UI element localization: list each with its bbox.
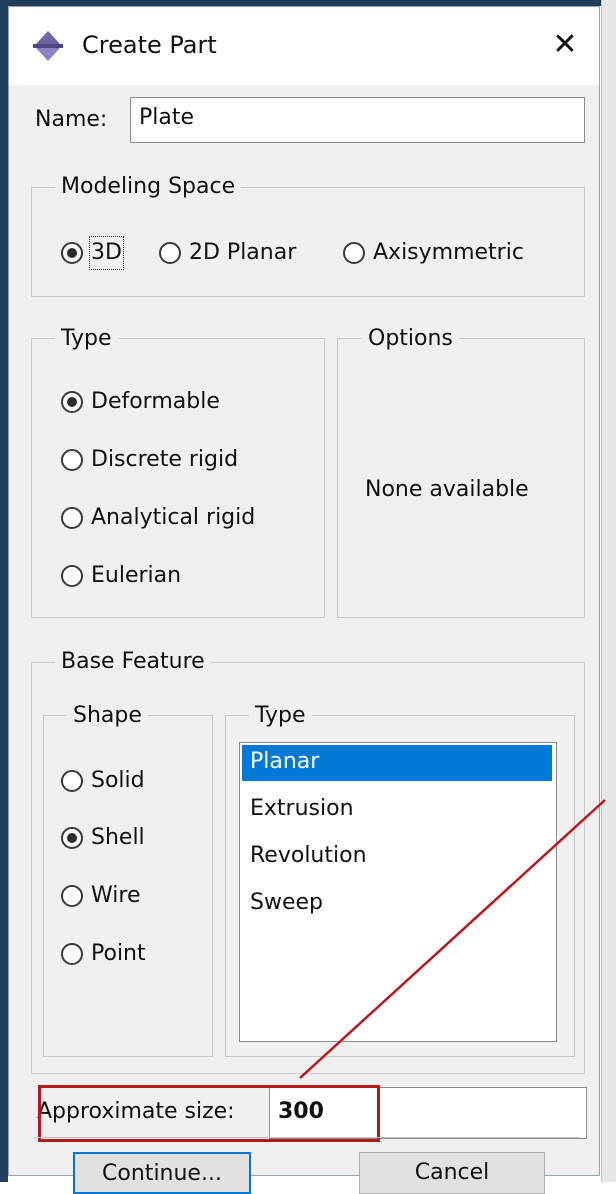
- radio-wire-label: Wire: [91, 883, 141, 908]
- window-frame-left: [0, 0, 8, 1182]
- options-none-available: None available: [365, 477, 529, 502]
- radio-button-icon: [61, 770, 83, 792]
- dialog-title: Create Part: [82, 31, 217, 59]
- radio-button-icon: [61, 507, 83, 529]
- radio-button-icon: [61, 391, 83, 413]
- radio-button-icon: [343, 242, 365, 264]
- radio-button-icon: [61, 827, 83, 849]
- radio-button-icon: [61, 885, 83, 907]
- close-icon[interactable]: ✕: [547, 27, 583, 63]
- radio-eulerian[interactable]: Eulerian: [61, 561, 181, 591]
- continue-button[interactable]: Continue...: [73, 1152, 251, 1194]
- list-item-revolution[interactable]: Revolution: [242, 839, 552, 875]
- list-item-planar[interactable]: Planar: [242, 745, 552, 781]
- radio-analytical-rigid[interactable]: Analytical rigid: [61, 503, 255, 533]
- radio-shell-label: Shell: [91, 825, 145, 850]
- radio-point[interactable]: Point: [61, 939, 146, 969]
- radio-discrete-rigid-label: Discrete rigid: [91, 447, 239, 472]
- base-feature-label: Base Feature: [55, 648, 211, 676]
- shape-label: Shape: [67, 702, 148, 730]
- radio-axisymmetric[interactable]: Axisymmetric: [343, 238, 524, 268]
- radio-button-icon: [159, 242, 181, 264]
- background-scrollbar[interactable]: [601, 0, 616, 1182]
- create-part-dialog: Create Part ✕ Name: Plate Modeling Space…: [8, 6, 600, 1194]
- radio-point-label: Point: [91, 941, 146, 966]
- radio-2d-planar-label: 2D Planar: [189, 240, 297, 265]
- feature-type-list[interactable]: Planar Extrusion Revolution Sweep: [239, 742, 557, 1042]
- radio-button-icon: [61, 242, 83, 264]
- radio-solid[interactable]: Solid: [61, 766, 145, 796]
- radio-deformable-label: Deformable: [91, 389, 220, 414]
- radio-eulerian-label: Eulerian: [91, 563, 182, 588]
- options-label: Options: [362, 325, 459, 353]
- radio-solid-label: Solid: [91, 768, 145, 793]
- radio-3d-label: 3D: [89, 236, 124, 270]
- list-item-extrusion[interactable]: Extrusion: [242, 792, 552, 828]
- radio-3d[interactable]: 3D: [61, 236, 124, 270]
- radio-button-icon: [61, 449, 83, 471]
- modeling-space-label: Modeling Space: [55, 173, 242, 201]
- list-item-sweep[interactable]: Sweep: [242, 886, 552, 922]
- radio-wire[interactable]: Wire: [61, 881, 140, 911]
- radio-button-icon: [61, 565, 83, 587]
- radio-shell[interactable]: Shell: [61, 823, 145, 853]
- radio-discrete-rigid[interactable]: Discrete rigid: [61, 445, 238, 475]
- radio-button-icon: [61, 943, 83, 965]
- type-label: Type: [55, 325, 118, 353]
- feature-type-label: Type: [249, 702, 312, 730]
- radio-deformable[interactable]: Deformable: [61, 387, 220, 417]
- name-input[interactable]: Plate: [130, 97, 585, 143]
- radio-axisymmetric-label: Axisymmetric: [373, 240, 524, 265]
- name-label: Name:: [35, 107, 108, 132]
- abaqus-part-icon: [33, 31, 63, 61]
- radio-analytical-rigid-label: Analytical rigid: [91, 505, 256, 530]
- divider: [33, 1137, 581, 1138]
- title-bar[interactable]: Create Part ✕: [9, 7, 599, 85]
- cancel-button[interactable]: Cancel: [359, 1152, 545, 1194]
- radio-2d-planar[interactable]: 2D Planar: [159, 238, 296, 268]
- callout-highlight-box: [38, 1085, 380, 1142]
